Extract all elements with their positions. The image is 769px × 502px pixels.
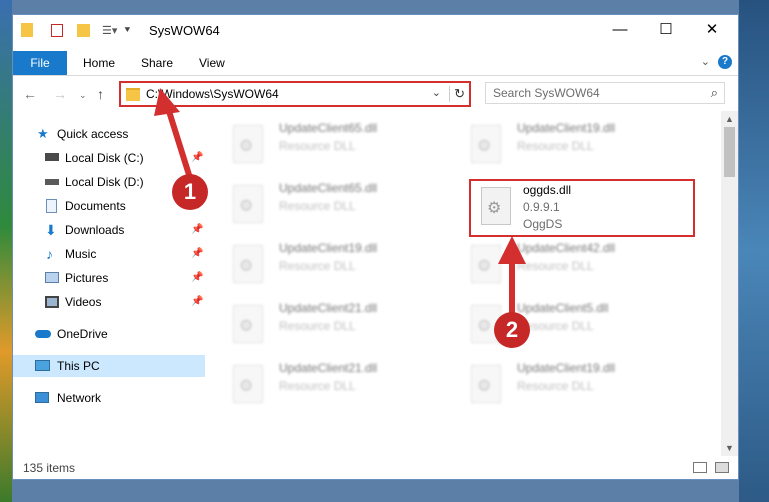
annotation-badge-2: 2: [494, 312, 530, 348]
arrow-1-head: [154, 88, 180, 116]
annotation-badge-1: 1: [172, 174, 208, 210]
arrow-1-shaft: [165, 107, 193, 179]
annotation-arrows: [154, 88, 526, 316]
arrow-2-head: [498, 236, 526, 264]
